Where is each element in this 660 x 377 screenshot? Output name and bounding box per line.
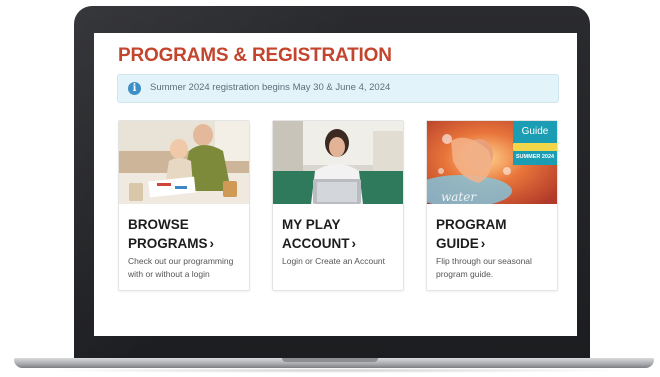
browse-programs-title[interactable]: BROWSE PROGRAMS › [128, 215, 246, 253]
program-guide-title[interactable]: PROGRAM GUIDE › [436, 215, 554, 253]
grandparent-and-child-drawing-photo [119, 121, 249, 204]
my-play-account-card[interactable]: MY PLAY ACCOUNT › Login or Create an Acco… [272, 120, 404, 291]
laptop-base-notch [282, 358, 378, 362]
guide-cover-season: SUMMER 2024 [516, 154, 555, 160]
summer-guide-cover-photo: Guide SUMMER 2024 water [427, 121, 557, 204]
program-guide-description: Flip through our seasonal program guide. [436, 256, 532, 279]
my-play-account-title[interactable]: MY PLAY ACCOUNT › [282, 215, 400, 253]
browse-programs-description: Check out our programming with or withou… [128, 256, 234, 279]
woman-using-laptop-photo [273, 121, 403, 204]
chevron-right-icon: › [351, 236, 357, 251]
guide-cover-label: Guide [522, 126, 549, 137]
chevron-right-icon: › [209, 236, 215, 251]
chevron-right-icon: › [480, 236, 486, 251]
laptop-shadow [40, 368, 630, 373]
browse-programs-card[interactable]: BROWSE PROGRAMS › Check out our programmi… [118, 120, 250, 291]
guide-cover-script: water [441, 190, 477, 204]
page-title: PROGRAMS & REGISTRATION [118, 45, 392, 66]
info-icon: i [128, 82, 141, 95]
laptop-screen: PROGRAMS & REGISTRATION i Summer 2024 re… [94, 33, 577, 336]
alert-text: Summer 2024 registration begins May 30 &… [150, 82, 391, 93]
program-guide-card[interactable]: Guide SUMMER 2024 water PROGRAM GUIDE › F… [426, 120, 558, 291]
registration-alert: i Summer 2024 registration begins May 30… [117, 74, 559, 103]
my-play-account-description: Login or Create an Account [282, 256, 386, 266]
